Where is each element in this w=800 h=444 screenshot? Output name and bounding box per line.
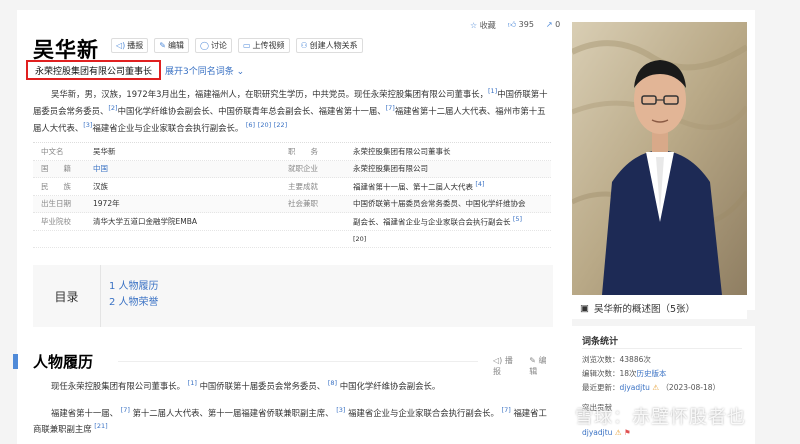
speak-button[interactable]: ◁) 播报 bbox=[111, 38, 149, 53]
photo-album-link[interactable]: ▣ 吴华新的概述图（5张） bbox=[572, 297, 747, 319]
section-accent-bar bbox=[13, 353, 18, 369]
info-row: [20] bbox=[33, 231, 551, 248]
gallery-icon: ▣ bbox=[580, 302, 589, 314]
page: 吴华新 ◁) 播报 ✎ 编辑 ◯ 讨论 ▭ 上传视频 ⚇ 创建人物关系 ☆ 收藏 👍︎ 3… bbox=[0, 0, 800, 444]
reference-link[interactable]: [5] bbox=[513, 215, 522, 223]
views-stat: 浏览次数：43886次 bbox=[582, 355, 651, 364]
updated-stat: 最近更新：djyadjtu ⚠ （2023-08-18） bbox=[582, 383, 721, 392]
info-value: 中国侨联第十届委员会常务委员、中国化学纤维协会 bbox=[353, 199, 526, 209]
entry-subtitle: 永荣控股集团有限公司董事长 bbox=[26, 60, 161, 80]
entry-stats: ☆ 收藏 👍︎ 395 ↗ 0 bbox=[470, 20, 560, 31]
section-header: 人物履历 ◁) 播报 ✎ 编辑 bbox=[13, 352, 553, 376]
speaker-icon: ◁) bbox=[493, 356, 503, 365]
info-key: 民 族 bbox=[41, 181, 71, 191]
section-speak-button[interactable]: ◁) 播报 bbox=[493, 355, 519, 377]
history-version-link[interactable]: 历史版本 bbox=[637, 369, 667, 378]
reference-link[interactable]: [4] bbox=[475, 180, 484, 188]
watermark-text: 雪球：赤壁怀股者也 bbox=[575, 407, 746, 428]
reference-link[interactable]: [3] bbox=[336, 406, 345, 414]
info-key: 中文名 bbox=[41, 146, 64, 156]
edit-button[interactable]: ✎ 编辑 bbox=[154, 38, 189, 53]
stats-title: 词条统计 bbox=[582, 337, 619, 347]
profile-photo[interactable] bbox=[572, 22, 747, 295]
biography-paragraph: 现任永荣控股集团有限公司董事长。 [1] 中国侨联第十届委员会常务委员、 [8]… bbox=[51, 379, 441, 391]
info-row: 出生日期 1972年 社会兼职 中国侨联第十届委员会常务委员、中国化学纤维协会 bbox=[33, 195, 551, 213]
discuss-icon: ◯ bbox=[199, 41, 209, 50]
relation-icon: ⚇ bbox=[300, 41, 308, 50]
reference-link[interactable]: [21] bbox=[94, 422, 107, 430]
expand-same-name-link[interactable]: 展开3个同名词条 ⌄ bbox=[165, 64, 244, 77]
section-edit-button[interactable]: ✎ 编辑 bbox=[529, 355, 553, 377]
toc-list: 1 人物履历 2 人物荣誉 bbox=[101, 265, 159, 327]
reference-link[interactable]: [6] bbox=[246, 121, 255, 129]
edits-stat: 编辑次数：18次历史版本 bbox=[582, 369, 667, 378]
photo-card: ▣ 吴华新的概述图（5张） bbox=[572, 10, 755, 319]
section-tools: ◁) 播报 ✎ 编辑 bbox=[493, 355, 553, 377]
reference-link[interactable]: [22] bbox=[274, 121, 287, 129]
info-value: 福建省第十一届、第十二届人大代表 [4] bbox=[353, 180, 485, 192]
speaker-icon: ◁) bbox=[116, 41, 126, 50]
info-key: 职 务 bbox=[288, 146, 318, 156]
title-toolbar: ◁) 播报 ✎ 编辑 ◯ 讨论 ▭ 上传视频 ⚇ 创建人物关系 bbox=[111, 38, 363, 53]
reference-link[interactable]: [7] bbox=[121, 406, 130, 414]
reference-link[interactable]: [1] bbox=[188, 379, 197, 387]
reference-link[interactable]: [2] bbox=[108, 104, 117, 112]
info-value: 吴华新 bbox=[93, 146, 116, 156]
reference-link[interactable]: [7] bbox=[502, 406, 511, 414]
section-title: 人物履历 bbox=[33, 352, 94, 371]
info-key: 国 籍 bbox=[41, 164, 71, 174]
stats-divider bbox=[582, 348, 742, 349]
thumb-up-icon: 👍︎ bbox=[507, 20, 517, 29]
star-icon: ☆ bbox=[470, 21, 478, 30]
flag-icon: ⚑ bbox=[623, 428, 631, 437]
share-button[interactable]: ↗ 0 bbox=[546, 20, 560, 31]
upload-video-button[interactable]: ▭ 上传视频 bbox=[237, 38, 290, 53]
discuss-button[interactable]: ◯ 讨论 bbox=[194, 38, 232, 53]
updated-user-link[interactable]: djyadjtu bbox=[620, 383, 650, 392]
portrait-image bbox=[572, 22, 747, 295]
upload-icon: ▭ bbox=[242, 41, 251, 50]
reference-link[interactable]: [7] bbox=[386, 104, 395, 112]
info-value: 副会长、福建省企业与企业家联合会执行副会长 [5] bbox=[353, 215, 523, 227]
edit-icon: ✎ bbox=[529, 356, 536, 365]
chevron-down-icon: ⌄ bbox=[236, 67, 245, 77]
info-key: 出生日期 bbox=[41, 199, 71, 209]
info-value: 清华大学五道口金融学院EMBA bbox=[93, 216, 197, 226]
like-button[interactable]: 👍︎ 395 bbox=[508, 20, 534, 31]
summary-paragraph: 吴华新，男，汉族，1972年3月出生，福建福州人，在职研究生学历，中共党员。现任… bbox=[33, 87, 548, 133]
info-key: 就职企业 bbox=[288, 164, 318, 174]
create-relation-button[interactable]: ⚇ 创建人物关系 bbox=[295, 38, 363, 53]
info-value: 永荣控股集团有限公司 bbox=[353, 164, 428, 174]
nationality-link[interactable]: 中国 bbox=[93, 163, 288, 174]
info-row: 国 籍 中国 就职企业 永荣控股集团有限公司 bbox=[33, 160, 551, 178]
info-key: 主要成就 bbox=[288, 181, 318, 191]
info-row: 民 族 汉族 主要成就 福建省第十一届、第十二届人大代表 [4] bbox=[33, 178, 551, 196]
edit-icon: ✎ bbox=[159, 41, 166, 50]
info-row: 中文名 吴华新 职 务 永荣控股集团有限公司董事长 bbox=[33, 143, 551, 161]
reference-link[interactable]: [8] bbox=[328, 379, 337, 387]
info-key: 社会兼职 bbox=[288, 199, 318, 209]
warning-icon: ⚠ bbox=[614, 428, 622, 437]
section-divider bbox=[118, 361, 478, 362]
info-row: 毕业院校 清华大学五道口金融学院EMBA 副会长、福建省企业与企业家联合会执行副… bbox=[33, 213, 551, 231]
warning-icon: ⚠ bbox=[652, 383, 660, 392]
page-margin bbox=[770, 0, 800, 444]
info-value: 1972年 bbox=[93, 199, 120, 209]
collect-button[interactable]: ☆ 收藏 bbox=[470, 20, 496, 31]
info-value: 汉族 bbox=[93, 181, 108, 191]
info-value: 永荣控股集团有限公司董事长 bbox=[353, 146, 451, 156]
toc-label: 目录 bbox=[33, 265, 101, 327]
biography-paragraph: 福建省第十一届、 [7] 第十二届人大代表、第十一届福建省侨联兼职副主席、 [3… bbox=[33, 406, 547, 434]
reference-link[interactable]: [20] bbox=[353, 235, 551, 243]
reference-link[interactable]: [1] bbox=[488, 87, 497, 95]
table-of-contents: 目录 1 人物履历 2 人物荣誉 bbox=[33, 265, 553, 327]
share-icon: ↗ bbox=[545, 20, 553, 29]
creator-user: djyadjtu ⚠ ⚑ bbox=[582, 428, 631, 437]
toc-item-honors[interactable]: 2 人物荣誉 bbox=[109, 295, 159, 311]
reference-link[interactable]: [20] bbox=[258, 121, 271, 129]
toc-item-biography[interactable]: 1 人物履历 bbox=[109, 279, 159, 295]
basic-info-table: 中文名 吴华新 职 务 永荣控股集团有限公司董事长 国 籍 中国 就职企业 永荣… bbox=[33, 142, 551, 248]
info-key: 毕业院校 bbox=[41, 216, 71, 226]
